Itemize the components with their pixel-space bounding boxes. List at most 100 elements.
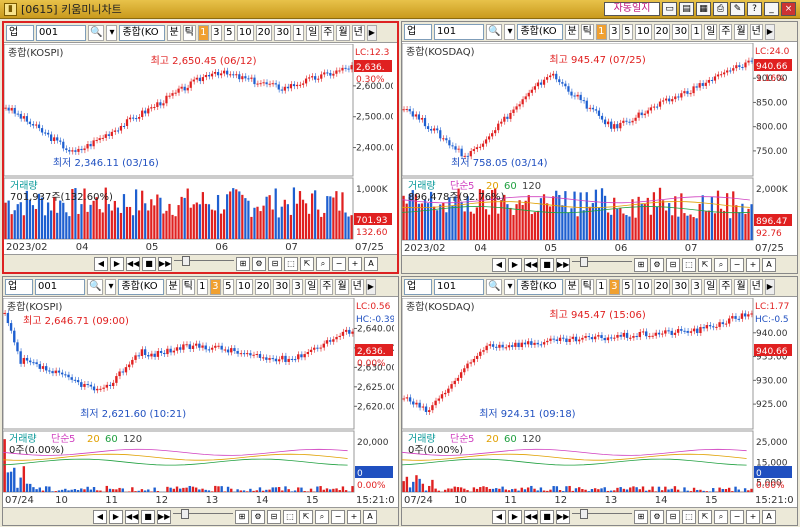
zoom-slider[interactable] [572, 256, 632, 269]
period-tab-1[interactable]: 주 [719, 23, 733, 40]
code-input[interactable]: 101 [434, 23, 484, 40]
tool-icon-1[interactable]: ⚙ [251, 509, 265, 524]
nav-button-4[interactable]: ▶▶ [556, 257, 570, 272]
tool-icon-5[interactable]: ⌕ [714, 257, 728, 272]
interval-2[interactable]: 3 [210, 24, 222, 41]
auto-log-button[interactable]: 자동일지 [604, 2, 660, 16]
period-tab-0[interactable]: 일 [305, 278, 319, 295]
period-tab-2[interactable]: 월 [336, 24, 350, 41]
market-select[interactable]: 업 [404, 278, 432, 295]
interval-5[interactable]: 20 [254, 278, 272, 295]
search-icon[interactable]: 🔍 [486, 278, 503, 295]
market-select[interactable]: 업 [6, 24, 34, 41]
tool-icon-5[interactable]: ⌕ [315, 509, 329, 524]
period-number[interactable]: 1 [691, 23, 703, 40]
tool-icon-0[interactable]: ⊞ [235, 509, 249, 524]
interval-4[interactable]: 10 [236, 24, 254, 41]
chart-pane-kospi-daily[interactable]: 업 001 🔍 ▾ 종합(KO 분 틱 1 3 5 10 20 30 1 일 주 월 년 ▶ 종합(KOSPI) 최고 … [2, 21, 399, 274]
options-icon[interactable]: ▾ [106, 24, 118, 41]
toolbar-next-arrow[interactable]: ▶ [366, 24, 377, 41]
pen-icon[interactable]: ✎ [730, 2, 745, 16]
code-input[interactable]: 001 [36, 24, 86, 41]
nav-button-2[interactable]: ◀◀ [125, 509, 139, 524]
period-tab-3[interactable]: 년 [350, 278, 364, 295]
interval-0[interactable]: 틱 [181, 278, 195, 295]
interval-3[interactable]: 5 [223, 24, 235, 41]
nav-button-3[interactable]: ■ [141, 509, 155, 524]
period-number[interactable]: 1 [293, 24, 305, 41]
interval-1[interactable]: 1 [595, 23, 607, 40]
chart-pane-kospi-intraday[interactable]: 업 001 🔍 ▾ 종합(KO 분 틱 1 3 5 10 20 30 3 일 주 월 년 ▶ 종합(KOSPI) 최고 … [2, 276, 399, 526]
period-tab-2[interactable]: 월 [734, 278, 748, 295]
tool-icon-2[interactable]: ⊟ [267, 509, 281, 524]
minimize-button[interactable]: _ [764, 2, 779, 16]
nav-button-3[interactable]: ■ [142, 256, 156, 271]
tool-icon-1[interactable]: ⚙ [252, 256, 266, 271]
tool-icon-6[interactable]: − [332, 256, 346, 271]
toolbar-next-arrow[interactable]: ▶ [764, 278, 775, 295]
tool-icon-4[interactable]: ⇱ [300, 256, 314, 271]
layout-icon[interactable]: ▭ [662, 2, 677, 16]
print-icon[interactable]: ⎙ [713, 2, 728, 16]
nav-button-3[interactable]: ■ [540, 257, 554, 272]
tool-icon-2[interactable]: ⊟ [666, 257, 680, 272]
nav-button-3[interactable]: ■ [540, 509, 554, 524]
toolbar-next-arrow[interactable]: ▶ [365, 278, 376, 295]
group-tab[interactable]: 분 [166, 278, 180, 295]
tool-icon-0[interactable]: ⊞ [236, 256, 250, 271]
interval-6[interactable]: 30 [672, 278, 690, 295]
interval-6[interactable]: 30 [274, 24, 292, 41]
tool-icon-7[interactable]: + [746, 257, 760, 272]
search-icon[interactable]: 🔍 [88, 24, 105, 41]
period-tab-2[interactable]: 월 [335, 278, 349, 295]
nav-button-1[interactable]: ▶ [109, 509, 123, 524]
tool-icon-8[interactable]: A [762, 509, 776, 524]
nav-button-0[interactable]: ◀ [492, 509, 506, 524]
period-number[interactable]: 3 [292, 278, 304, 295]
tool-icon-5[interactable]: ⌕ [714, 509, 728, 524]
chart-pane-kosdaq-intraday[interactable]: 업 101 🔍 ▾ 종합(KO 분 틱 1 3 5 10 20 30 3 일 주 월 년 ▶ 종합(KOSDAQ) 최고… [401, 276, 798, 526]
group-tab[interactable]: 분 [565, 278, 579, 295]
options-icon[interactable]: ▾ [105, 278, 117, 295]
help-icon[interactable]: ? [747, 2, 762, 16]
name-select[interactable]: 종합(KO [517, 23, 564, 40]
nav-button-1[interactable]: ▶ [508, 257, 522, 272]
nav-button-0[interactable]: ◀ [94, 256, 108, 271]
interval-2[interactable]: 3 [608, 23, 620, 40]
interval-3[interactable]: 5 [222, 278, 234, 295]
tool-icon-8[interactable]: A [762, 257, 776, 272]
tool-icon-3[interactable]: ⬚ [682, 257, 696, 272]
group-tab[interactable]: 분 [565, 23, 579, 40]
search-icon[interactable]: 🔍 [87, 278, 104, 295]
period-tab-3[interactable]: 년 [351, 24, 365, 41]
chart-area[interactable]: 종합(KOSDAQ) 최고 945.47 (15:06) 최저 924.31 (09… [401, 297, 797, 506]
tool-icon-2[interactable]: ⊟ [666, 509, 680, 524]
nav-button-2[interactable]: ◀◀ [524, 509, 538, 524]
chart-area[interactable]: 종합(KOSDAQ) 최고 945.47 (07/25) 최저 758.05 (03… [401, 42, 797, 254]
nav-button-1[interactable]: ▶ [110, 256, 124, 271]
search-icon[interactable]: 🔍 [486, 23, 503, 40]
zoom-slider[interactable] [572, 508, 632, 521]
tool-icon-3[interactable]: ⬚ [284, 256, 298, 271]
interval-4[interactable]: 10 [634, 23, 652, 40]
tool-icon-6[interactable]: − [331, 509, 345, 524]
tool-icon-3[interactable]: ⬚ [283, 509, 297, 524]
tool-icon-5[interactable]: ⌕ [316, 256, 330, 271]
code-input[interactable]: 001 [35, 278, 85, 295]
code-input[interactable]: 101 [434, 278, 484, 295]
zoom-slider[interactable] [173, 508, 233, 521]
period-tab-2[interactable]: 월 [734, 23, 748, 40]
nav-button-4[interactable]: ▶▶ [556, 509, 570, 524]
interval-3[interactable]: 5 [621, 278, 633, 295]
interval-0[interactable]: 틱 [580, 23, 594, 40]
chart-area[interactable]: 종합(KOSPI) 최고 2,650.45 (06/12) 최저 2,346.11 … [3, 43, 397, 253]
period-tab-0[interactable]: 일 [704, 278, 718, 295]
period-tab-3[interactable]: 년 [749, 23, 763, 40]
period-tab-0[interactable]: 일 [704, 23, 718, 40]
nav-button-4[interactable]: ▶▶ [157, 509, 171, 524]
tool-icon-4[interactable]: ⇱ [698, 509, 712, 524]
interval-6[interactable]: 30 [273, 278, 291, 295]
tool-icon-1[interactable]: ⚙ [650, 257, 664, 272]
tool-icon-1[interactable]: ⚙ [650, 509, 664, 524]
market-select[interactable]: 업 [5, 278, 33, 295]
